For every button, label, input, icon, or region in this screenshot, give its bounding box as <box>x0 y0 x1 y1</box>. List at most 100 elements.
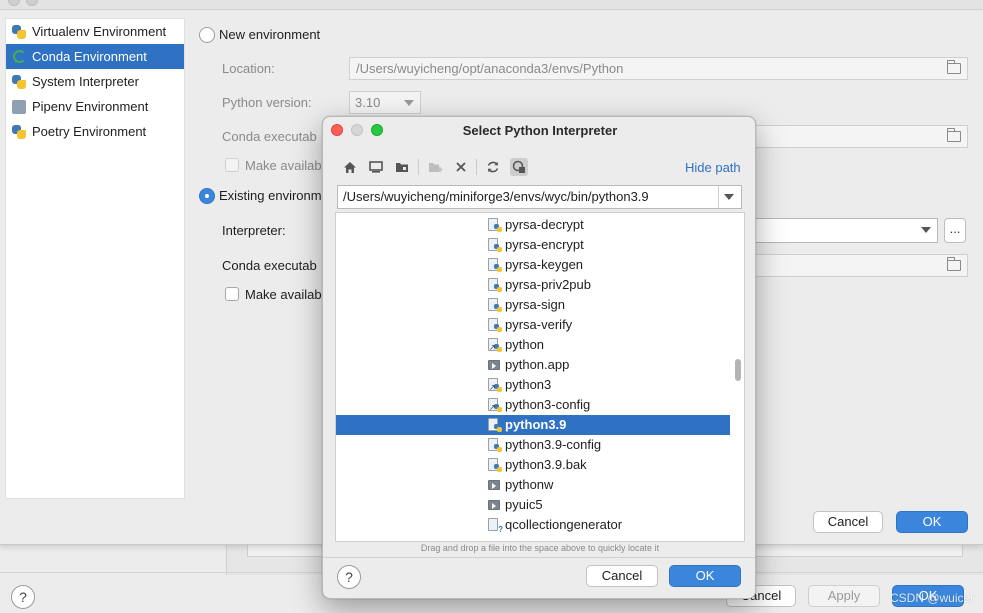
file-name: python3.9.bak <box>505 457 587 472</box>
file-name: qcollectiongenerator <box>505 517 623 532</box>
folder-icon[interactable] <box>947 60 961 74</box>
tree-row-selected[interactable]: python3.9 <box>336 415 730 435</box>
desktop-icon[interactable] <box>367 158 385 176</box>
dialog-title: Select Python Interpreter <box>462 123 618 138</box>
file-name: python3-config <box>505 397 591 412</box>
environment-type-list: Virtualenv Environment Conda Environment… <box>5 18 185 499</box>
file-name: python3.9 <box>505 417 567 432</box>
file-name: pyrsa-sign <box>505 297 565 312</box>
file-name: python3 <box>505 377 552 392</box>
tree-row[interactable]: pyrsa-encrypt <box>336 235 730 255</box>
file-name: python.app <box>505 357 570 372</box>
tree-row[interactable]: ↗ python3 <box>336 375 730 395</box>
new-conda-executable-label: Conda executab <box>222 129 317 144</box>
python-link-icon: ↗ <box>488 398 502 412</box>
new-environment-radio[interactable] <box>199 27 215 43</box>
env-type-label: Pipenv Environment <box>32 99 149 114</box>
existing-conda-executable-label: Conda executab <box>222 258 317 273</box>
refresh-icon[interactable] <box>484 158 502 176</box>
chevron-down-icon <box>921 227 931 233</box>
tree-row[interactable]: pyrsa-keygen <box>336 255 730 275</box>
env-type-virtualenv[interactable]: Virtualenv Environment <box>6 19 184 44</box>
tree-row[interactable]: pyrsa-priv2pub <box>336 275 730 295</box>
settings-apply-button[interactable]: Apply <box>808 585 880 607</box>
toolbar-separator <box>418 159 419 175</box>
location-value: /Users/wuyicheng/opt/anaconda3/envs/Pyth… <box>356 61 624 76</box>
python-file-icon <box>488 438 502 452</box>
interpreter-label: Interpreter: <box>222 223 286 238</box>
existing-make-available-checkbox[interactable] <box>225 287 239 301</box>
chooser-ok-button[interactable]: OK <box>669 565 741 587</box>
unknown-file-icon: ? <box>488 518 503 534</box>
file-name: python3.9-config <box>505 437 602 452</box>
path-value: /Users/wuyicheng/miniforge3/envs/wyc/bin… <box>343 189 649 204</box>
env-type-label: Conda Environment <box>32 49 147 64</box>
env-type-pipenv[interactable]: Pipenv Environment <box>6 94 184 119</box>
python-icon <box>12 124 26 139</box>
dialog-footer-divider <box>323 557 755 558</box>
delete-icon[interactable] <box>452 158 470 176</box>
location-field[interactable]: /Users/wuyicheng/opt/anaconda3/envs/Pyth… <box>349 57 968 80</box>
tree-row[interactable]: ↗ python <box>336 335 730 355</box>
env-type-poetry[interactable]: Poetry Environment <box>6 119 184 144</box>
new-make-available-label: Make availab <box>245 158 322 173</box>
existing-make-available-label: Make availab <box>245 287 322 302</box>
add-interpreter-ok-button[interactable]: OK <box>896 511 968 533</box>
python-version-value: 3.10 <box>355 95 381 110</box>
path-input[interactable]: /Users/wuyicheng/miniforge3/envs/wyc/bin… <box>337 185 742 209</box>
settings-help-button[interactable]: ? <box>11 585 35 609</box>
file-name: pyrsa-keygen <box>505 257 584 272</box>
pipenv-icon <box>12 99 26 114</box>
window-close-button[interactable] <box>8 0 20 6</box>
tree-row[interactable]: pyrsa-decrypt <box>336 215 730 235</box>
python-file-icon <box>488 238 502 252</box>
chooser-help-button[interactable]: ? <box>337 565 361 589</box>
executable-icon <box>488 358 501 372</box>
tree-row[interactable]: pyrsa-sign <box>336 295 730 315</box>
file-name: pyrsa-verify <box>505 317 573 332</box>
show-hidden-files-icon[interactable] <box>510 158 528 176</box>
python-link-icon: ↗ <box>488 378 502 392</box>
select-python-interpreter-dialog: Select Python Interpreter Hide path /Use… <box>322 116 756 599</box>
home-icon[interactable] <box>341 158 359 176</box>
tree-row[interactable]: pythonw <box>336 475 730 495</box>
env-type-label: Poetry Environment <box>32 124 147 139</box>
folder-icon[interactable] <box>947 128 961 142</box>
new-folder-icon[interactable] <box>426 158 444 176</box>
env-type-system[interactable]: System Interpreter <box>6 69 184 94</box>
path-combo-divider <box>718 186 719 208</box>
file-name: python <box>505 337 545 352</box>
existing-environment-radio[interactable] <box>199 188 215 204</box>
toolbar-separator <box>476 159 477 175</box>
tree-row[interactable]: ↗ python3-config <box>336 395 730 415</box>
python-file-icon <box>488 258 502 272</box>
tree-row[interactable]: ? qcollectiongenerator <box>336 515 730 535</box>
tree-row[interactable]: python.app <box>336 355 730 375</box>
browse-interpreter-button[interactable]: ... <box>944 218 966 243</box>
tree-scrollbar-thumb[interactable] <box>735 359 741 381</box>
tree-row[interactable]: pyrsa-verify <box>336 315 730 335</box>
window-minimize-button[interactable] <box>26 0 38 6</box>
python-version-combo[interactable]: 3.10 <box>349 91 421 114</box>
chevron-down-icon <box>404 100 414 106</box>
tree-row[interactable]: python3.9.bak <box>336 455 730 475</box>
add-interpreter-cancel-button[interactable]: Cancel <box>813 511 883 533</box>
tree-row[interactable]: python3.9-config <box>336 435 730 455</box>
python-file-icon <box>488 458 502 472</box>
project-folder-icon[interactable] <box>393 158 411 176</box>
watermark-text: CSDN @wuicer <box>890 591 975 605</box>
location-label: Location: <box>222 61 275 76</box>
chooser-cancel-button[interactable]: Cancel <box>586 565 658 587</box>
new-make-available-checkbox[interactable] <box>225 158 239 172</box>
chevron-down-icon[interactable] <box>724 194 734 200</box>
drag-drop-hint: Drag and drop a file into the space abov… <box>420 543 660 553</box>
file-name: pyrsa-priv2pub <box>505 277 591 292</box>
conda-icon <box>12 50 26 64</box>
env-type-conda[interactable]: Conda Environment <box>6 44 184 69</box>
hide-path-link[interactable]: Hide path <box>685 160 741 175</box>
folder-icon[interactable] <box>947 257 961 271</box>
file-tree: pyrsa-decrypt pyrsa-encrypt pyrsa-keygen… <box>335 212 745 542</box>
tree-row[interactable]: pyuic5 <box>336 495 730 515</box>
python-file-icon <box>488 218 502 232</box>
file-name: pythonw <box>505 477 554 492</box>
